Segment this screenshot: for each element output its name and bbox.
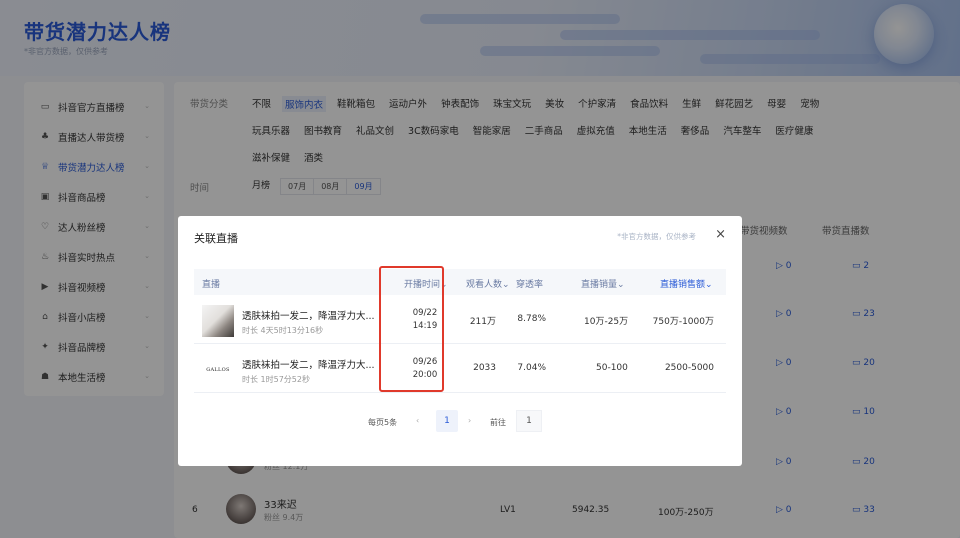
- table-row: GALLOS 透肤袜拍一发二，降温浮力大... 时长 1时57分52秒 09/26 20…: [194, 345, 726, 393]
- pagination: 每页5条 ‹ 1 › 前往 1: [178, 410, 742, 434]
- sales-volume-cell: 10万-25万: [584, 317, 629, 327]
- modal-title: 关联直播: [194, 232, 238, 245]
- live-title-link[interactable]: 透肤袜拍一发二，降温浮力大...: [242, 357, 375, 371]
- sort-icon: ⌄: [617, 280, 625, 290]
- sort-icon: ⌄: [705, 280, 713, 290]
- sales-amount-cell: 750万-1000万: [652, 317, 714, 327]
- goto-label: 前往: [490, 418, 506, 427]
- prev-page-icon[interactable]: ‹: [416, 416, 419, 425]
- live-title-link[interactable]: 透肤袜拍一发二，降温浮力大...: [242, 308, 375, 322]
- highlight-box: [379, 266, 444, 392]
- modal-disclaimer: *非官方数据，仅供参考: [617, 232, 696, 241]
- sort-icon: ⌄: [502, 280, 510, 290]
- viewers-cell: 211万: [469, 317, 496, 327]
- page-size-select[interactable]: 每页5条: [368, 417, 397, 428]
- column-header-viewers[interactable]: 观看人数⌄: [466, 277, 510, 290]
- viewers-cell: 2033: [473, 363, 496, 373]
- column-header-sales-volume[interactable]: 直播销量⌄: [581, 277, 625, 290]
- live-thumbnail[interactable]: [202, 305, 234, 337]
- live-thumbnail[interactable]: GALLOS: [202, 354, 234, 386]
- table-row: 透肤袜拍一发二，降温浮力大... 时长 4天5时13分16秒 09/22 14:19 2…: [194, 296, 726, 344]
- live-duration: 时长 4天5时13分16秒: [242, 326, 324, 335]
- penetration-cell: 7.04%: [517, 363, 546, 373]
- goto-page-input[interactable]: 1: [516, 410, 542, 432]
- live-duration: 时长 1时57分52秒: [242, 375, 310, 384]
- table-header: 直播 开播时间⌄ 观看人数⌄ 穿透率 直播销量⌄ 直播销售额⌄: [194, 269, 726, 295]
- sales-amount-cell: 2500-5000: [664, 363, 714, 373]
- penetration-cell: 8.78%: [517, 314, 546, 324]
- related-live-modal: 关联直播 *非官方数据，仅供参考 × 直播 开播时间⌄ 观看人数⌄ 穿透率 直播…: [178, 216, 742, 466]
- column-header-sales-amount[interactable]: 直播销售额⌄: [660, 277, 713, 290]
- close-icon[interactable]: ×: [715, 227, 726, 242]
- page-number-current[interactable]: 1: [436, 410, 458, 432]
- sales-volume-cell: 50-100: [596, 363, 628, 373]
- column-header-penetration: 穿透率: [516, 280, 544, 290]
- next-page-icon[interactable]: ›: [468, 416, 471, 425]
- column-header-live: 直播: [202, 280, 221, 290]
